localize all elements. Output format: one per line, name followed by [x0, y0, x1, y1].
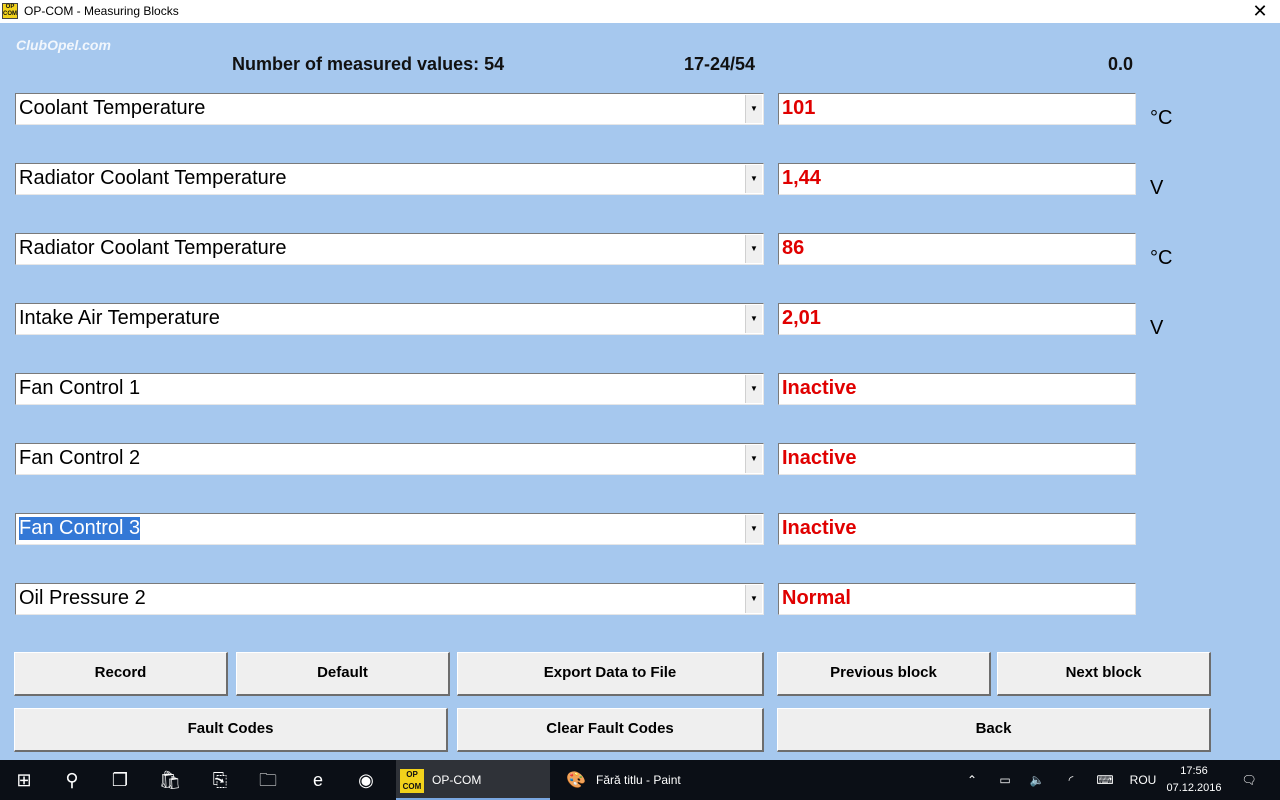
- dropdown-arrow-icon[interactable]: ▼: [745, 515, 762, 543]
- dropdown-arrow-icon[interactable]: ▼: [745, 235, 762, 263]
- parameter-unit-2: V: [1150, 177, 1164, 199]
- parameter-value-8: Normal: [778, 583, 1136, 615]
- timer-value: 0.0: [1108, 54, 1134, 74]
- parameter-select-4[interactable]: Intake Air Temperature ▼: [15, 303, 764, 335]
- fault-codes-button[interactable]: Fault Codes: [14, 708, 448, 752]
- edge-browser-icon[interactable]: e: [294, 760, 342, 800]
- clear-fault-codes-button[interactable]: Clear Fault Codes: [457, 708, 764, 752]
- block-range: 17-24/54: [684, 54, 756, 74]
- watermark-logo: ClubOpel.com: [16, 37, 111, 53]
- measured-values-count: Number of measured values: 54: [232, 54, 505, 74]
- parameter-value-5: Inactive: [778, 373, 1136, 405]
- taskbar-app-label: Fără titlu - Paint: [596, 773, 681, 787]
- parameter-select-label-selected: Fan Control 3: [19, 517, 141, 540]
- parameter-value-2: 1,44: [778, 163, 1136, 195]
- parameter-value-4: 2,01: [778, 303, 1136, 335]
- parameter-select-label: Fan Control 1: [19, 377, 141, 399]
- search-icon[interactable]: ⚲: [48, 760, 96, 800]
- parameter-value-3: 86: [778, 233, 1136, 265]
- parameter-select-label: Intake Air Temperature: [19, 307, 220, 329]
- parameter-value-text: 1,44: [782, 167, 821, 189]
- back-button[interactable]: Back: [777, 708, 1211, 752]
- measuring-blocks-panel: ClubOpel.com Number of measured values: …: [0, 23, 1280, 760]
- parameter-select-3[interactable]: Radiator Coolant Temperature ▼: [15, 233, 764, 265]
- parameter-value-6: Inactive: [778, 443, 1136, 475]
- parameter-value-1: 101: [778, 93, 1136, 125]
- parameter-select-5[interactable]: Fan Control 1 ▼: [15, 373, 764, 405]
- parameter-value-text: Inactive: [782, 447, 857, 469]
- pdf-reader-icon[interactable]: ⎘: [196, 760, 244, 800]
- parameter-value-text: 101: [782, 97, 816, 119]
- volume-icon[interactable]: 🔈: [1024, 760, 1050, 800]
- parameter-value-text: 2,01: [782, 307, 821, 329]
- store-icon[interactable]: 🛍: [146, 760, 194, 800]
- dropdown-arrow-icon[interactable]: ▼: [745, 375, 762, 403]
- taskbar: ⊞ ⚲ ❐ 🛍 ⎘ 🗀 e ◉ OP COM OP-COM 🎨 Fără titlu …: [0, 760, 1280, 800]
- next-block-button[interactable]: Next block: [997, 652, 1211, 696]
- export-data-button[interactable]: Export Data to File: [457, 652, 764, 696]
- parameter-select-8[interactable]: Oil Pressure 2 ▼: [15, 583, 764, 615]
- windows-start-icon[interactable]: ⊞: [0, 760, 48, 800]
- parameter-value-text: Normal: [782, 587, 851, 609]
- wifi-icon[interactable]: ◜: [1058, 760, 1084, 800]
- parameter-select-1[interactable]: Coolant Temperature ▼: [15, 93, 764, 125]
- parameter-select-2[interactable]: Radiator Coolant Temperature ▼: [15, 163, 764, 195]
- previous-block-button[interactable]: Previous block: [777, 652, 991, 696]
- keyboard-icon[interactable]: ⌨: [1090, 760, 1120, 800]
- parameter-select-label: Coolant Temperature: [19, 97, 206, 119]
- opcom-icon: OP COM: [400, 768, 424, 793]
- window-title: OP-COM - Measuring Blocks: [24, 4, 179, 18]
- parameter-value-text: Inactive: [782, 377, 857, 399]
- dropdown-arrow-icon[interactable]: ▼: [745, 305, 762, 333]
- clock-time: 17:56: [1180, 765, 1208, 777]
- language-indicator[interactable]: ROU: [1126, 760, 1160, 800]
- record-button[interactable]: Record: [14, 652, 228, 696]
- close-button[interactable]: ✕: [1248, 1, 1272, 21]
- clock-date: 07.12.2016: [1166, 782, 1222, 794]
- task-view-icon[interactable]: ❐: [96, 760, 144, 800]
- show-hidden-icons-icon[interactable]: ⌃: [960, 760, 984, 800]
- parameter-value-text: 86: [782, 237, 805, 259]
- taskbar-app-label: OP-COM: [432, 773, 482, 787]
- parameter-select-7[interactable]: Fan Control 3 ▼: [15, 513, 764, 545]
- paint-icon: 🎨: [566, 771, 586, 789]
- parameter-select-6[interactable]: Fan Control 2 ▼: [15, 443, 764, 475]
- parameter-select-label: Oil Pressure 2: [19, 587, 146, 609]
- parameter-select-label: Fan Control 2: [19, 447, 141, 469]
- parameter-unit-1: °C: [1150, 107, 1173, 129]
- taskbar-app-opcom[interactable]: OP COM OP-COM: [396, 760, 550, 800]
- parameter-select-label: Radiator Coolant Temperature: [19, 237, 287, 259]
- file-explorer-icon[interactable]: 🗀: [244, 760, 292, 800]
- default-button[interactable]: Default: [236, 652, 450, 696]
- dropdown-arrow-icon[interactable]: ▼: [745, 165, 762, 193]
- battery-icon[interactable]: ▭: [992, 760, 1018, 800]
- parameter-unit-3: °C: [1150, 247, 1173, 269]
- dropdown-arrow-icon[interactable]: ▼: [745, 95, 762, 123]
- parameter-select-label: Radiator Coolant Temperature: [19, 167, 287, 189]
- dropdown-arrow-icon[interactable]: ▼: [745, 585, 762, 613]
- parameter-value-7: Inactive: [778, 513, 1136, 545]
- parameter-value-text: Inactive: [782, 517, 857, 539]
- taskbar-app-paint[interactable]: 🎨 Fără titlu - Paint: [558, 760, 708, 800]
- chrome-browser-icon[interactable]: ◉: [342, 760, 390, 800]
- parameter-unit-4: V: [1150, 317, 1164, 339]
- title-bar: OP COM OP-COM - Measuring Blocks ✕: [0, 0, 1280, 23]
- system-clock[interactable]: 17:56 07.12.2016: [1166, 763, 1222, 797]
- notifications-icon[interactable]: 🗨: [1234, 760, 1264, 800]
- dropdown-arrow-icon[interactable]: ▼: [745, 445, 762, 473]
- opcom-app-icon: OP COM: [2, 3, 18, 19]
